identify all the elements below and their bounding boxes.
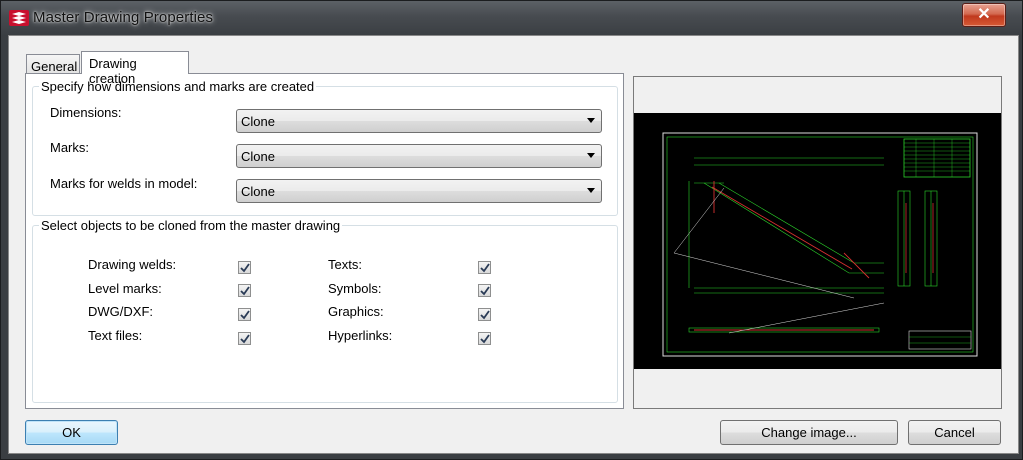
cancel-button[interactable]: Cancel <box>908 420 1001 445</box>
weld-marks-label: Marks for welds in model: <box>50 176 198 191</box>
clone-group-title: Select objects to be cloned from the mas… <box>39 218 343 233</box>
clone-objects-group: Select objects to be cloned from the mas… <box>32 218 618 403</box>
checkmark-icon <box>480 310 490 320</box>
dialog-window: Master Drawing Properties ✕ General Draw… <box>0 0 1023 460</box>
dwg-dxf-checkbox[interactable] <box>238 308 251 321</box>
window-title: Master Drawing Properties <box>33 9 214 26</box>
checkmark-icon <box>480 263 490 273</box>
marks-label: Marks: <box>50 140 89 155</box>
tab-general[interactable]: General <box>26 54 80 74</box>
text-files-label: Text files: <box>88 328 143 343</box>
checkmark-icon <box>480 286 490 296</box>
close-x-icon: ✕ <box>977 6 991 23</box>
hyperlinks-checkbox[interactable] <box>478 332 491 345</box>
tab-drawing-creation-label: Drawing creation <box>89 56 137 86</box>
hyperlinks-label: Hyperlinks: <box>328 328 393 343</box>
dimensions-label: Dimensions: <box>50 105 122 120</box>
drawing-preview-svg <box>662 132 978 357</box>
texts-checkbox[interactable] <box>478 261 491 274</box>
graphics-checkbox[interactable] <box>478 308 491 321</box>
symbols-label: Symbols: <box>328 281 382 296</box>
checkmark-icon <box>480 334 490 344</box>
drawing-welds-checkbox[interactable] <box>238 261 251 274</box>
texts-label: Texts: <box>328 257 362 272</box>
weld-marks-select-value: Clone <box>241 184 275 199</box>
checkmark-icon <box>240 286 250 296</box>
graphics-label: Graphics: <box>328 304 384 319</box>
chevron-down-icon <box>587 118 595 123</box>
symbols-checkbox[interactable] <box>478 284 491 297</box>
ok-button[interactable]: OK <box>25 420 118 445</box>
chevron-down-icon <box>587 153 595 158</box>
checkmark-icon <box>240 310 250 320</box>
dialog-body: General Drawing creation Specify how dim… <box>8 35 1019 454</box>
dimensions-marks-group: Specify how dimensions and marks are cre… <box>32 79 618 216</box>
dimensions-select-value: Clone <box>241 114 275 129</box>
close-button[interactable]: ✕ <box>962 3 1006 27</box>
drawing-preview-image <box>634 113 1001 369</box>
title-bar[interactable]: Master Drawing Properties ✕ <box>1 1 1022 35</box>
level-marks-label: Level marks: <box>88 281 162 296</box>
dimensions-group-title: Specify how dimensions and marks are cre… <box>39 79 317 94</box>
marks-select[interactable]: Clone <box>236 144 602 168</box>
checkmark-icon <box>240 334 250 344</box>
level-marks-checkbox[interactable] <box>238 284 251 297</box>
change-image-button[interactable]: Change image... <box>720 420 898 445</box>
tab-drawing-creation[interactable]: Drawing creation <box>81 51 189 86</box>
marks-select-value: Clone <box>241 149 275 164</box>
chevron-down-icon <box>587 188 595 193</box>
dwg-dxf-label: DWG/DXF: <box>88 304 153 319</box>
tab-general-label: General <box>31 59 78 74</box>
drawing-creation-panel: Specify how dimensions and marks are cre… <box>25 73 624 409</box>
text-files-checkbox[interactable] <box>238 332 251 345</box>
weld-marks-select[interactable]: Clone <box>236 179 602 203</box>
preview-frame <box>633 76 1002 409</box>
checkmark-icon <box>240 263 250 273</box>
dimensions-select[interactable]: Clone <box>236 109 602 133</box>
drawing-welds-label: Drawing welds: <box>88 257 177 272</box>
app-logo-icon <box>9 10 29 26</box>
